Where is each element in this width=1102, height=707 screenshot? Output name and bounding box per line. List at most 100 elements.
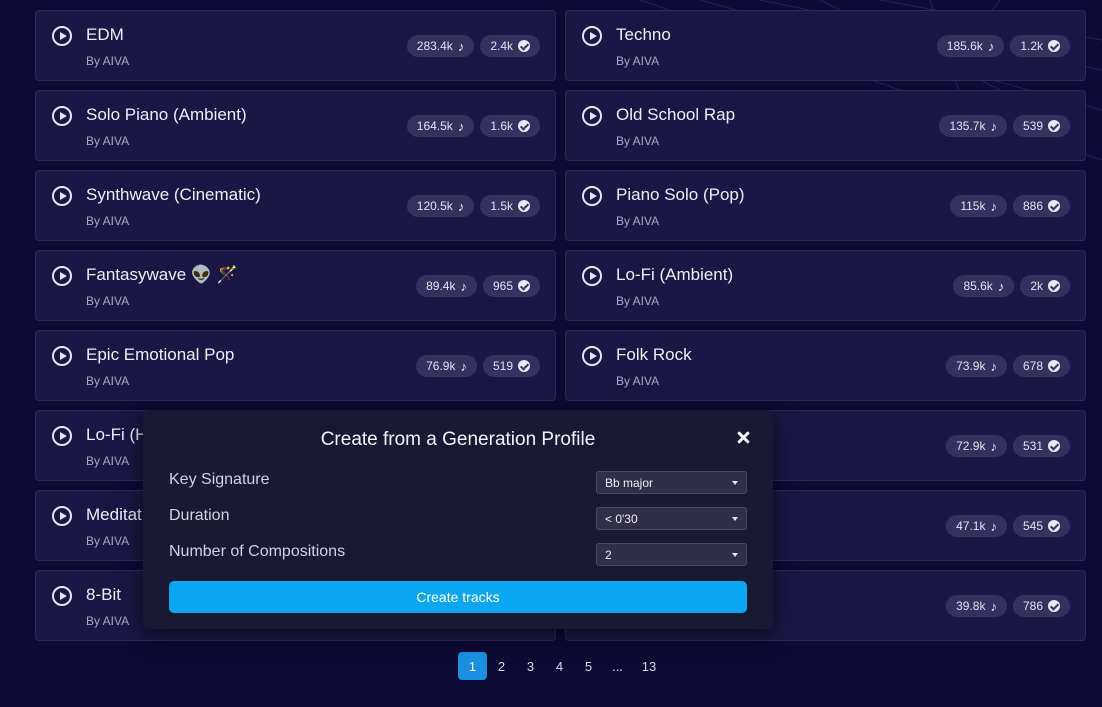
play-circle-icon[interactable] [52,186,72,206]
profile-stats: 283.4k ♪ 2.4k [406,35,540,57]
profile-card[interactable]: Techno By AIVA 185.6k ♪ 1.2k [565,10,1086,81]
plays-count: 76.9k [426,359,456,373]
profile-author: By AIVA [86,294,130,308]
profile-author: By AIVA [616,54,660,68]
profile-card[interactable]: EDM By AIVA 283.4k ♪ 2.4k [35,10,556,81]
profile-stats: 47.1k ♪ 545 [946,515,1070,537]
plays-count: 283.4k [416,39,453,53]
likes-badge: 519 [482,355,540,377]
profile-title: 8-Bit [86,585,121,604]
duration-label: Duration [169,507,230,524]
profile-card[interactable]: Folk Rock By AIVA 73.9k ♪ 678 [565,330,1086,401]
likes-badge: 1.6k [480,115,540,137]
music-note-icon: ♪ [457,118,465,134]
plays-count: 185.6k [946,39,983,53]
profile-card[interactable]: Fantasywave 👽 🪄 By AIVA 89.4k ♪ 965 [35,250,556,321]
profile-card[interactable]: Old School Rap By AIVA 135.7k ♪ 539 [565,90,1086,161]
play-circle-icon[interactable] [52,426,72,446]
page-1[interactable]: 1 [458,652,487,680]
likes-badge: 965 [482,275,540,297]
pagination: 1 2 3 4 5... 13 [458,652,666,680]
profile-title: Meditat [86,505,142,524]
plays-badge: 85.6k ♪ [953,275,1015,297]
profile-stats: 85.6k ♪ 2k [953,275,1070,297]
profile-title: Lo-Fi (Ambient) [616,265,734,284]
likes-count: 2k [1030,279,1043,293]
key-signature-select[interactable]: Bb major [596,471,747,494]
play-circle-icon[interactable] [582,106,602,126]
likes-badge: 786 [1012,595,1070,617]
close-icon[interactable] [733,428,753,448]
plays-badge: 185.6k ♪ [936,35,1005,57]
plays-badge: 164.5k ♪ [406,115,475,137]
page-5[interactable]: 5 [574,652,603,680]
music-note-icon: ♪ [460,358,467,374]
compositions-select[interactable]: 2 [596,543,747,566]
profile-author: By AIVA [86,214,130,228]
play-circle-icon[interactable] [52,266,72,286]
duration-value: < 0'30 [605,511,638,526]
play-circle-icon[interactable] [582,186,602,206]
profile-card[interactable]: Solo Piano (Ambient) By AIVA 164.5k ♪ 1.6… [35,90,556,161]
likes-count: 539 [1022,119,1043,133]
profile-author: By AIVA [616,134,660,148]
profile-author: By AIVA [616,374,660,388]
check-circle-icon [518,280,530,292]
music-note-icon: ♪ [460,278,467,294]
play-circle-icon[interactable] [52,106,72,126]
page-3[interactable]: 3 [516,652,545,680]
profile-title: Epic Emotional Pop [86,345,235,364]
check-circle-icon [1048,600,1060,612]
profile-card[interactable]: Piano Solo (Pop) By AIVA 115k ♪ 886 [565,170,1086,241]
check-circle-icon [1048,440,1060,452]
play-circle-icon[interactable] [52,26,72,46]
compositions-value: 2 [605,547,612,562]
profile-card[interactable]: Epic Emotional Pop By AIVA 76.9k ♪ 519 [35,330,556,401]
profile-title: Techno [616,25,671,44]
check-circle-icon [1048,40,1060,52]
page-13[interactable]: 13 [632,652,666,680]
profile-stats: 120.5k ♪ 1.5k [406,195,540,217]
profile-author: By AIVA [616,214,660,228]
profile-stats: 76.9k ♪ 519 [416,355,540,377]
play-circle-icon[interactable] [52,346,72,366]
profile-stats: 73.9k ♪ 678 [946,355,1070,377]
profile-title: Piano Solo (Pop) [616,185,745,204]
page-4[interactable]: 4 [545,652,574,680]
music-note-icon: ♪ [457,198,465,214]
plays-count: 39.8k [956,599,986,613]
play-circle-icon[interactable] [582,346,602,366]
profile-author: By AIVA [86,534,130,548]
likes-badge: 886 [1012,195,1070,217]
modal-title: Create from a Generation Profile [320,429,596,450]
profile-stats: 72.9k ♪ 531 [946,435,1070,457]
plays-count: 164.5k [416,119,453,133]
duration-select[interactable]: < 0'30 [596,507,747,530]
profile-stats: 135.7k ♪ 539 [939,115,1070,137]
check-circle-icon [518,200,530,212]
plays-count: 89.4k [426,279,456,293]
plays-badge: 73.9k ♪ [946,355,1007,377]
music-note-icon: ♪ [997,278,1005,294]
profile-card[interactable]: Synthwave (Cinematic) By AIVA 120.5k ♪ 1.… [35,170,556,241]
play-circle-icon[interactable] [52,506,72,526]
likes-count: 965 [492,279,513,293]
music-note-icon: ♪ [457,38,465,54]
page-2[interactable]: 2 [487,652,516,680]
profile-author: By AIVA [86,454,130,468]
check-circle-icon [1048,280,1060,292]
plays-count: 115k [960,199,986,213]
profile-stats: 89.4k ♪ 965 [416,275,540,297]
music-note-icon: ♪ [990,598,997,614]
create-tracks-button[interactable]: Create tracks [169,581,747,613]
play-circle-icon[interactable] [52,586,72,606]
plays-count: 85.6k [963,279,993,293]
likes-count: 1.6k [490,119,513,133]
music-note-icon: ♪ [990,358,997,374]
likes-count: 1.2k [1020,39,1043,53]
profile-card[interactable]: Lo-Fi (Ambient) By AIVA 85.6k ♪ 2k [565,250,1086,321]
plays-badge: 47.1k ♪ [946,515,1007,537]
profile-title: Old School Rap [616,105,736,124]
play-circle-icon[interactable] [582,266,602,286]
play-circle-icon[interactable] [582,26,602,46]
